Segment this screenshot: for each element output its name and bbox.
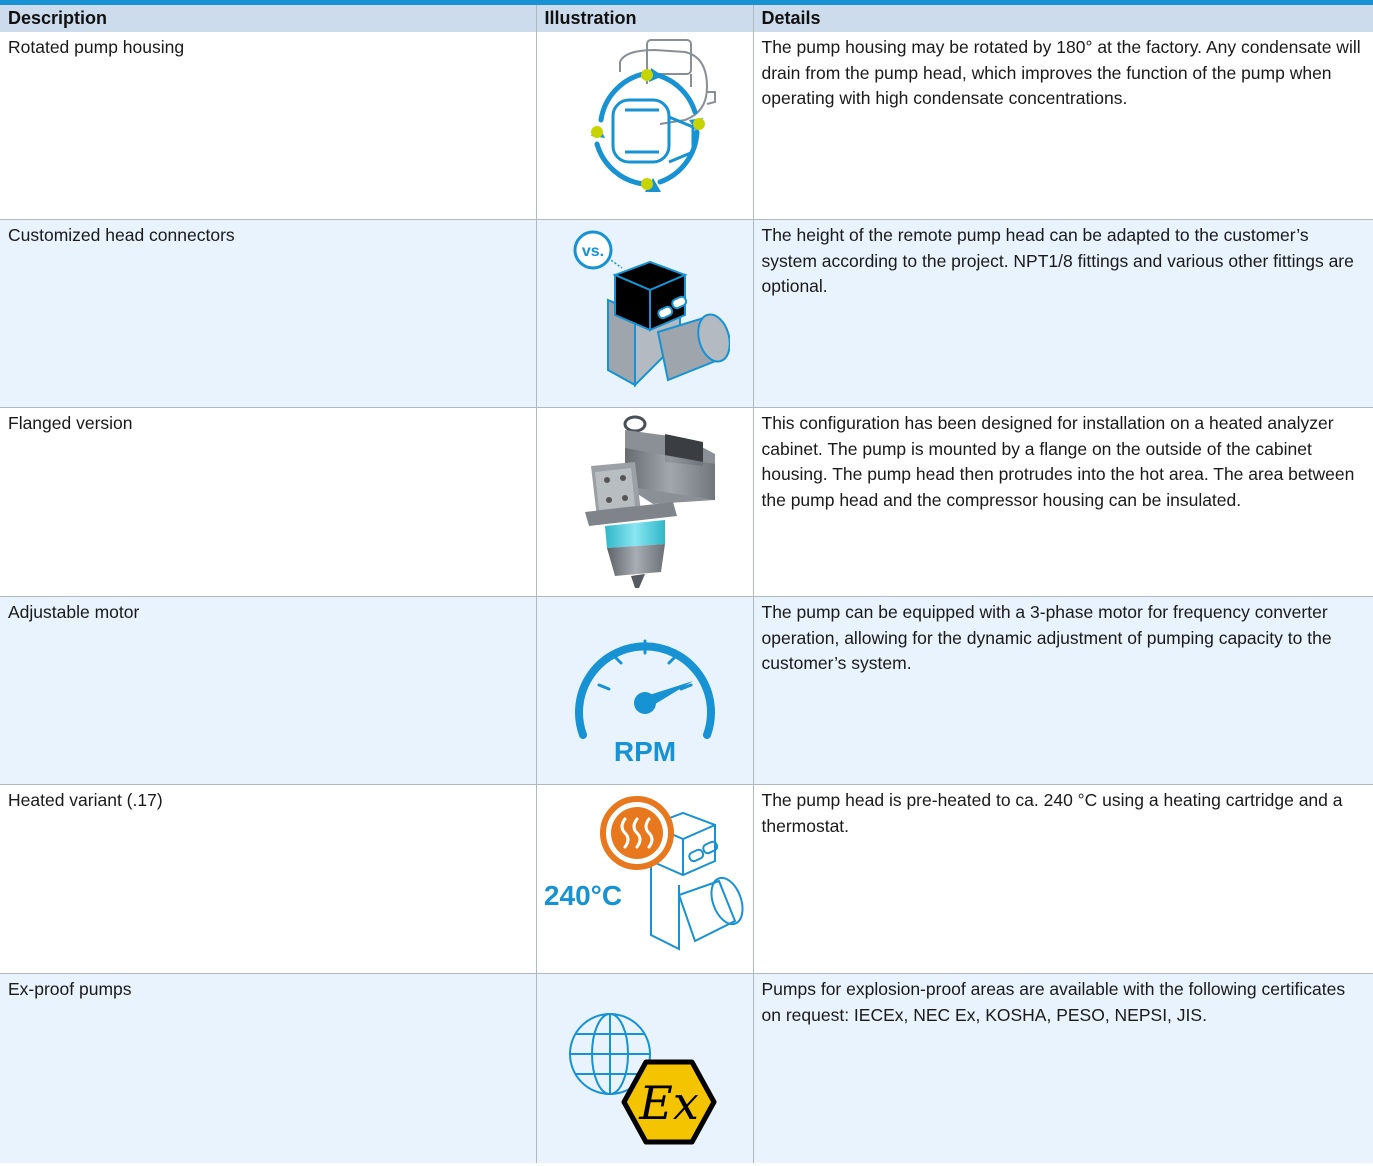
- row-details: This configuration has been designed for…: [752, 407, 1373, 597]
- row-illustration: [535, 407, 753, 597]
- row-illustration: RPM: [535, 596, 753, 785]
- table-row: Rotated pump housing The pump housing ma…: [0, 32, 1373, 220]
- ex-mark-label: Ex: [638, 1076, 699, 1130]
- table-row: Ex-proof pumps Ex Pumps for explosion-pr…: [0, 973, 1373, 1163]
- table-header-row: Description Illustration Details: [0, 5, 1373, 32]
- row-illustration: Ex: [535, 973, 753, 1163]
- row-details: Pumps for explosion-proof areas are avai…: [752, 973, 1373, 1163]
- row-description: Heated variant (.17): [0, 784, 536, 974]
- temperature-label: 240°C: [543, 880, 621, 911]
- table-row: Customized head connectors vs. The heigh…: [0, 219, 1373, 408]
- row-description: Customized head connectors: [0, 219, 536, 408]
- heated-pump-icon: 240°C: [543, 796, 744, 951]
- row-description: Adjustable motor: [0, 596, 536, 785]
- custom-head-connectors-icon: vs.: [573, 230, 730, 388]
- table-row: Flanged version This configuration has b…: [0, 407, 1373, 597]
- row-details: The pump housing may be rotated by 180° …: [752, 32, 1373, 220]
- row-details: The height of the remote pump head can b…: [752, 219, 1373, 408]
- row-illustration: [535, 32, 753, 220]
- row-description: Flanged version: [0, 407, 536, 597]
- flanged-pump-image: [584, 415, 715, 588]
- header-illustration: Illustration: [535, 5, 753, 32]
- row-details: The pump can be equipped with a 3-phase …: [752, 596, 1373, 785]
- rpm-gauge-icon: RPM: [574, 639, 715, 767]
- table-row: Adjustable motor RPM The pump can be equ…: [0, 596, 1373, 785]
- header-details: Details: [752, 5, 1373, 32]
- vs-label: vs.: [581, 243, 603, 260]
- rotated-pump-housing-icon: [590, 39, 716, 192]
- row-description: Rotated pump housing: [0, 32, 536, 220]
- ex-proof-globe-icon: Ex: [568, 1013, 716, 1145]
- row-illustration: vs.: [535, 219, 753, 408]
- row-details: The pump head is pre-heated to ca. 240 °…: [752, 784, 1373, 974]
- row-description: Ex-proof pumps: [0, 973, 536, 1163]
- header-description: Description: [0, 5, 536, 32]
- rpm-label: RPM: [613, 736, 675, 767]
- options-table: Description Illustration Details Rotated…: [0, 5, 1373, 1163]
- table-row: Heated variant (.17) 240°C The pump head…: [0, 784, 1373, 974]
- row-illustration: 240°C: [535, 784, 753, 974]
